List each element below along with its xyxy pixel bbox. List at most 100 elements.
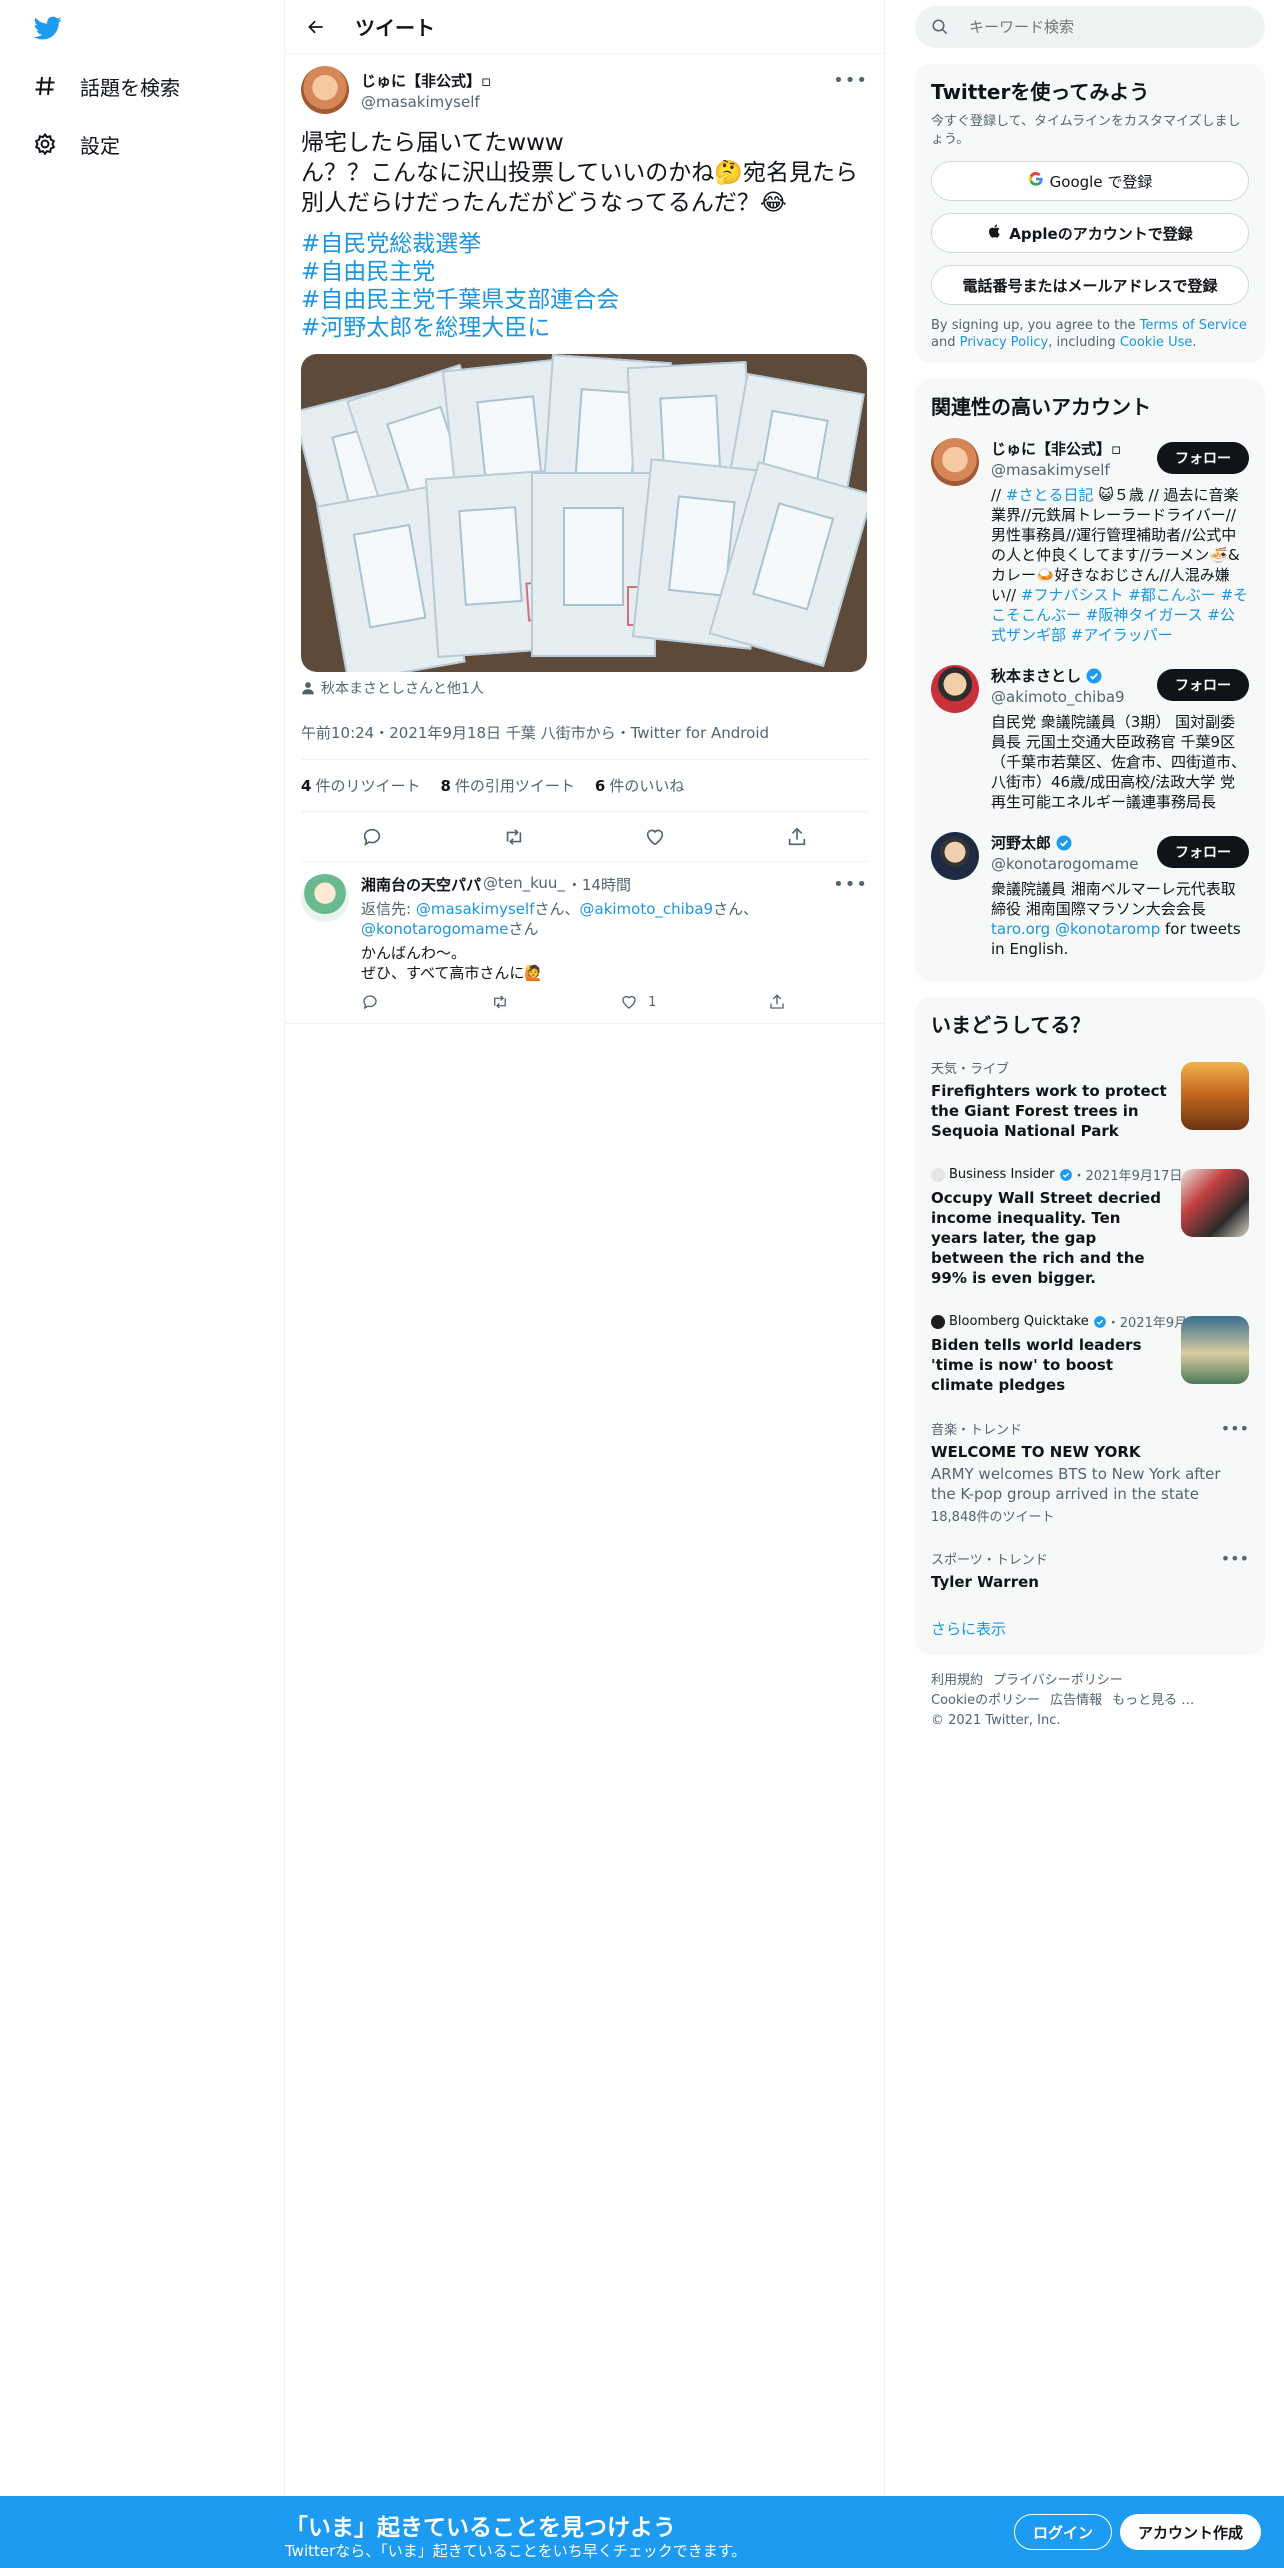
nav-settings-label: 設定 [80,133,120,158]
relevant-accounts-card: 関連性の高いアカウント じゅに【非公式】▫ @masakimyself // #… [915,379,1265,981]
account-bio: 自民党 衆議院議員（3期） 国対副委員長 元国土交通大臣政務官 千葉9区（千葉市… [991,713,1247,811]
footer-link[interactable]: 利用規約 [931,1673,983,1688]
account-item[interactable]: じゅに【非公式】▫ @masakimyself // #さとる日記 😺５歳 //… [931,428,1249,655]
reply-author-handle[interactable]: @ten_kuu_ [483,874,565,895]
retweet-icon[interactable] [497,820,531,854]
tweet-timestamp[interactable]: 午前10:24・2021年9月18日 千葉 八街市から・ [301,724,631,742]
privacy-link[interactable]: Privacy Policy [960,335,1049,350]
account-name[interactable]: 河野太郎 [991,832,1051,853]
hashtag-link[interactable]: #河野太郎を総理大臣に [301,314,868,342]
author-handle[interactable]: @masakimyself [361,93,491,111]
reply-share-icon[interactable] [768,993,786,1011]
trend-item[interactable]: Business Insider ・2021年9月17日 Occupy Wall … [931,1153,1249,1300]
un-assembly-thumbnail [1181,1316,1249,1384]
trend-item[interactable]: 天気・ライブ Firefighters work to protect the … [931,1046,1249,1153]
arrow-left-icon [308,20,323,33]
author-name[interactable]: じゅに【非公式】▫ [361,70,491,91]
follow-button[interactable]: フォロー [1157,442,1249,474]
bloomberg-icon [931,1314,945,1329]
tweet-actions [301,812,868,862]
trend-count: 18,848件のツイート [931,1510,1055,1525]
trend-context: スポーツ・トレンド [931,1553,1048,1568]
author-avatar[interactable] [301,66,349,114]
phone-email-signup-button[interactable]: 電話番号またはメールアドレスで登録 [931,265,1249,305]
retweets-stat[interactable]: 4 件のリツイート [301,775,420,796]
bottom-signup-bar: 「いま」起きていることを見つけよう Twitterなら、「いま」起きていることを… [0,2496,1284,2568]
cookie-link[interactable]: Cookie Use [1120,335,1193,350]
trend-item[interactable]: Bloomberg Quicktake ・2021年9月17日 Biden tel… [931,1300,1249,1407]
footer-link[interactable]: 広告情報 [1050,1693,1102,1708]
likes-stat[interactable]: 6 件のいいね [595,775,684,796]
mention-link[interactable]: @konotarogomame [361,920,508,938]
hashtag-link[interactable]: #自由民主党 [301,258,868,286]
footer-link[interactable]: プライバシーポリシー [993,1673,1123,1688]
reply-icon[interactable] [355,820,389,854]
more-options-icon[interactable]: ••• [833,70,868,91]
reply-actions: 1 [361,993,786,1011]
follow-button[interactable]: フォロー [1157,836,1249,868]
account-item[interactable]: 河野太郎 @konotarogomame 衆議院議員 湘南ベルマーレ元代表取締役… [931,822,1249,969]
like-icon[interactable] [638,820,672,854]
reply-reply-icon[interactable] [361,993,379,1011]
trend-more-icon[interactable]: ••• [1221,1549,1249,1568]
gear-icon [32,131,58,157]
hashtag-link[interactable]: #自民党総裁選挙 [301,230,868,258]
twitter-logo-icon[interactable] [32,14,64,42]
search-box[interactable] [915,6,1265,48]
reply-author-name[interactable]: 湘南台の天空パパ [361,874,481,895]
right-sidebar: Twitterを使ってみよう 今すぐ登録して、タイムラインをカスタマイズしましょ… [915,0,1265,1731]
tweet-stats: 4 件のリツイート 8 件の引用ツイート 6 件のいいね [301,760,868,812]
terms-link[interactable]: Terms of Service [1140,318,1247,333]
show-more-link[interactable]: さらに表示 [931,1604,1249,1643]
quotes-stat[interactable]: 8 件の引用ツイート [440,775,574,796]
trend-item[interactable]: スポーツ・トレンド Tyler Warren ••• [931,1537,1249,1604]
business-insider-icon [931,1167,945,1182]
tagged-users[interactable]: 秋本まさとしさんと他1人 [301,678,868,698]
trend-context: 音楽・トレンド [931,1423,1023,1438]
verified-badge-icon [1055,834,1073,852]
nav-explore[interactable]: 話題を検索 [32,66,180,106]
search-input[interactable] [969,18,1229,36]
hashtag-link[interactable]: #自由民主党千葉県支部連合会 [301,286,868,314]
back-button[interactable] [297,8,335,46]
trend-title: Occupy Wall Street decried income inequa… [931,1189,1161,1287]
relevant-title: 関連性の高いアカウント [931,395,1151,419]
bio-link[interactable]: taro.org [991,920,1050,938]
reply-time[interactable]: ・14時間 [567,874,631,895]
share-icon[interactable] [780,820,814,854]
reply-text: かんばんわ～。 ぜひ、すべて高市さんに🙋 [361,944,544,982]
trend-more-icon[interactable]: ••• [1221,1419,1249,1438]
login-button[interactable]: ログイン [1014,2514,1113,2550]
follow-button[interactable]: フォロー [1157,669,1249,701]
account-avatar[interactable] [931,665,979,713]
bottom-bar-title: 「いま」起きていることを見つけよう [285,2515,676,2541]
google-signup-button[interactable]: Google で登録 [931,161,1249,201]
main-column: ツイート じゅに【非公式】▫ @masakimyself ••• 帰宅したら届い… [285,0,885,2496]
mention-link[interactable]: @akimoto_chiba9 [580,900,714,918]
trend-title: Biden tells world leaders 'time is now' … [931,1336,1142,1394]
tweet-photo[interactable] [301,354,867,672]
nav-settings[interactable]: 設定 [32,124,120,164]
hashtag-link[interactable]: #さとる日記 [1006,486,1094,504]
account-avatar[interactable] [931,438,979,486]
trends-title: いまどうしてる？ [931,1013,1091,1037]
account-avatar[interactable] [931,832,979,880]
footer-link[interactable]: Cookieのポリシー [931,1693,1040,1708]
footer-link[interactable]: もっと見る … [1112,1693,1194,1708]
create-account-button[interactable]: アカウント作成 [1120,2514,1262,2550]
reply-avatar[interactable] [301,874,349,922]
reply-like-icon[interactable]: 1 [620,993,656,1011]
account-item[interactable]: 秋本まさとし @akimoto_chiba9 自民党 衆議院議員（3期） 国対副… [931,655,1249,822]
mention-link[interactable]: @masakimyself [416,900,535,918]
reply-retweet-icon[interactable] [491,993,509,1011]
apple-signup-button[interactable]: Appleのアカウントで登録 [931,213,1249,253]
reply-tweet[interactable]: 湘南台の天空パパ @ten_kuu_ ・14時間 ••• 返信先: @masak… [285,862,884,1024]
left-sidebar: 話題を検索 設定 [0,0,285,2496]
reply-more-icon[interactable]: ••• [833,874,868,895]
mention-link[interactable]: @konotaromp [1055,920,1160,938]
tweet-source[interactable]: Twitter for Android [631,724,769,742]
trend-desc: ARMY welcomes BTS to New York after the … [931,1465,1221,1503]
trend-item[interactable]: 音楽・トレンド WELCOME TO NEW YORK ARMY welcome… [931,1407,1249,1537]
account-name[interactable]: 秋本まさとし [991,665,1081,686]
hashtag-link[interactable]: #フナバシスト #都こんぶー #そこそこんぶー #阪神タイガース #公式ザンギ部… [991,586,1248,644]
